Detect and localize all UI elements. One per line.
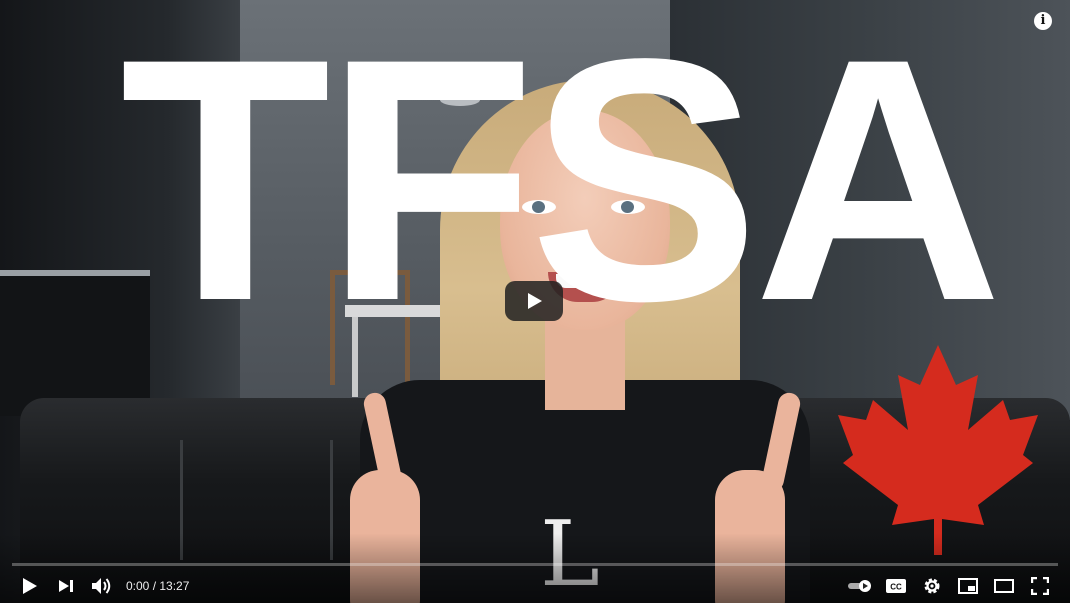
miniplayer-button[interactable] [950,572,986,600]
duration: 13:27 [159,579,190,593]
time-display: 0:00 / 13:27 [126,579,189,593]
fullscreen-button[interactable] [1022,572,1058,600]
miniplayer-icon [958,578,978,594]
autoplay-toggle-icon [848,580,871,592]
big-play-button[interactable] [505,281,563,321]
closed-captions-icon: CC [886,579,906,593]
video-player[interactable]: L TFSA i [0,0,1070,603]
progress-bar[interactable] [12,563,1058,566]
time-separator: / [149,579,160,593]
volume-icon [92,578,111,594]
gear-icon [924,578,940,594]
fullscreen-icon [1031,577,1049,595]
maple-leaf-icon [838,345,1038,555]
info-button[interactable]: i [1034,12,1052,30]
play-icon [23,578,37,594]
captions-label: CC [890,583,902,592]
theater-mode-button[interactable] [986,572,1022,600]
info-icon: i [1040,13,1046,28]
autoplay-toggle[interactable] [842,572,878,600]
next-button[interactable] [48,572,84,600]
captions-button[interactable]: CC [878,572,914,600]
settings-button[interactable] [914,572,950,600]
current-time: 0:00 [126,579,150,593]
volume-button[interactable] [84,572,120,600]
play-button[interactable] [12,572,48,600]
theater-mode-icon [994,579,1014,593]
thumbnail-title-text: TFSA [120,0,1003,373]
player-controls: 0:00 / 13:27 CC [12,572,1058,600]
next-track-icon [59,580,73,592]
